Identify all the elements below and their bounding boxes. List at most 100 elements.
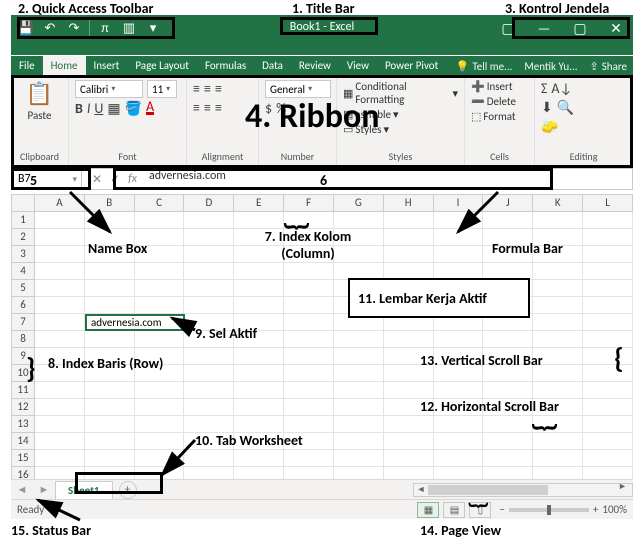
cell[interactable] xyxy=(284,229,334,246)
cell[interactable] xyxy=(135,229,185,246)
cell[interactable] xyxy=(184,450,234,467)
cell[interactable] xyxy=(434,263,484,280)
cell[interactable] xyxy=(135,433,185,450)
cell[interactable] xyxy=(284,433,334,450)
cell[interactable] xyxy=(583,348,633,365)
cell[interactable] xyxy=(85,263,135,280)
cell[interactable] xyxy=(184,212,234,229)
tell-me-link[interactable]: 💡Tell me... xyxy=(450,57,519,76)
pi-icon[interactable]: π xyxy=(96,19,114,37)
cell[interactable] xyxy=(85,314,135,331)
cell[interactable] xyxy=(384,297,434,314)
cell[interactable] xyxy=(35,314,85,331)
cell[interactable] xyxy=(483,348,533,365)
cell[interactable] xyxy=(533,450,583,467)
cell[interactable] xyxy=(483,365,533,382)
cell[interactable] xyxy=(35,280,85,297)
cell[interactable] xyxy=(384,399,434,416)
cell[interactable] xyxy=(334,365,384,382)
cell[interactable] xyxy=(284,365,334,382)
cell[interactable] xyxy=(334,212,384,229)
cell[interactable] xyxy=(35,433,85,450)
cell[interactable] xyxy=(583,433,633,450)
cell[interactable] xyxy=(35,246,85,263)
cell[interactable] xyxy=(583,263,633,280)
border-icon[interactable]: ▦ xyxy=(107,100,120,117)
cell[interactable] xyxy=(583,365,633,382)
cell[interactable] xyxy=(85,433,135,450)
cell[interactable] xyxy=(583,416,633,433)
row-header-2[interactable]: 2 xyxy=(11,229,35,246)
align-mid-icon[interactable]: ≡ xyxy=(204,80,211,97)
col-G[interactable]: G xyxy=(334,194,384,212)
cell[interactable] xyxy=(583,246,633,263)
align-top-icon[interactable]: ≡ xyxy=(193,80,200,97)
worksheet-grid[interactable]: A B C D E F G H I J K L 1234567891011121… xyxy=(11,194,633,479)
cell[interactable] xyxy=(135,382,185,399)
cell[interactable] xyxy=(35,263,85,280)
cell[interactable] xyxy=(483,212,533,229)
underline-icon[interactable]: U xyxy=(94,100,103,117)
cell[interactable] xyxy=(184,399,234,416)
fx-icon[interactable]: fx xyxy=(128,172,137,186)
chart-icon[interactable]: ▥ xyxy=(120,19,138,37)
cell[interactable] xyxy=(384,433,434,450)
cell[interactable] xyxy=(135,365,185,382)
cell[interactable] xyxy=(135,450,185,467)
cell[interactable] xyxy=(234,297,284,314)
zoom-in-icon[interactable]: + xyxy=(593,503,598,516)
qat-customize-icon[interactable]: ▾ xyxy=(144,19,162,37)
cell[interactable] xyxy=(434,399,484,416)
cell[interactable] xyxy=(334,229,384,246)
formula-bar[interactable]: advernesia.com xyxy=(137,169,226,189)
row-15[interactable]: 15 xyxy=(11,450,633,467)
col-B[interactable]: B xyxy=(85,194,135,212)
tab-data[interactable]: Data xyxy=(254,56,291,76)
cell[interactable] xyxy=(334,382,384,399)
cell[interactable] xyxy=(284,348,334,365)
row-header-6[interactable]: 6 xyxy=(11,297,35,314)
cell[interactable] xyxy=(234,348,284,365)
close-icon[interactable]: ✕ xyxy=(605,19,627,37)
cell[interactable] xyxy=(384,280,434,297)
cell[interactable] xyxy=(384,246,434,263)
tab-page-layout[interactable]: Page Layout xyxy=(127,56,197,76)
cell[interactable] xyxy=(384,416,434,433)
cell[interactable] xyxy=(85,382,135,399)
page-break-view-icon[interactable]: ▯ xyxy=(469,502,491,518)
cell[interactable] xyxy=(583,450,633,467)
undo-icon[interactable]: ↶ xyxy=(41,19,59,37)
cell[interactable] xyxy=(184,433,234,450)
hscroll-left-icon[interactable]: ◄ xyxy=(414,484,428,495)
row-11[interactable]: 11 xyxy=(11,382,633,399)
cell[interactable] xyxy=(483,382,533,399)
cell[interactable] xyxy=(234,229,284,246)
row-7[interactable]: 7 xyxy=(11,314,633,331)
cell[interactable] xyxy=(85,399,135,416)
cell[interactable] xyxy=(334,348,384,365)
cell[interactable] xyxy=(483,331,533,348)
row-header-8[interactable]: 8 xyxy=(11,331,35,348)
tab-review[interactable]: Review xyxy=(291,56,339,76)
cell[interactable] xyxy=(135,399,185,416)
tab-file[interactable]: File xyxy=(11,56,43,76)
cell[interactable] xyxy=(334,280,384,297)
cell[interactable] xyxy=(533,212,583,229)
currency-icon[interactable]: $ xyxy=(265,100,272,117)
column-headers[interactable]: A B C D E F G H I J K L xyxy=(11,194,633,212)
cell[interactable] xyxy=(35,399,85,416)
user-link[interactable]: Mentik Yu... xyxy=(518,57,583,76)
cell[interactable] xyxy=(85,229,135,246)
cell[interactable] xyxy=(483,416,533,433)
hscroll-thumb[interactable] xyxy=(428,485,548,495)
conditional-formatting-button[interactable]: ▦Conditional Formatting▾ xyxy=(343,80,458,106)
zoom-thumb[interactable] xyxy=(547,505,551,515)
paste-icon[interactable]: 📋 xyxy=(26,80,53,107)
cell[interactable] xyxy=(334,450,384,467)
cell[interactable] xyxy=(583,297,633,314)
cell[interactable] xyxy=(483,399,533,416)
zoom-slider[interactable] xyxy=(509,508,589,512)
cell[interactable] xyxy=(583,331,633,348)
normal-view-icon[interactable]: ▦ xyxy=(417,502,439,518)
cell[interactable] xyxy=(85,212,135,229)
